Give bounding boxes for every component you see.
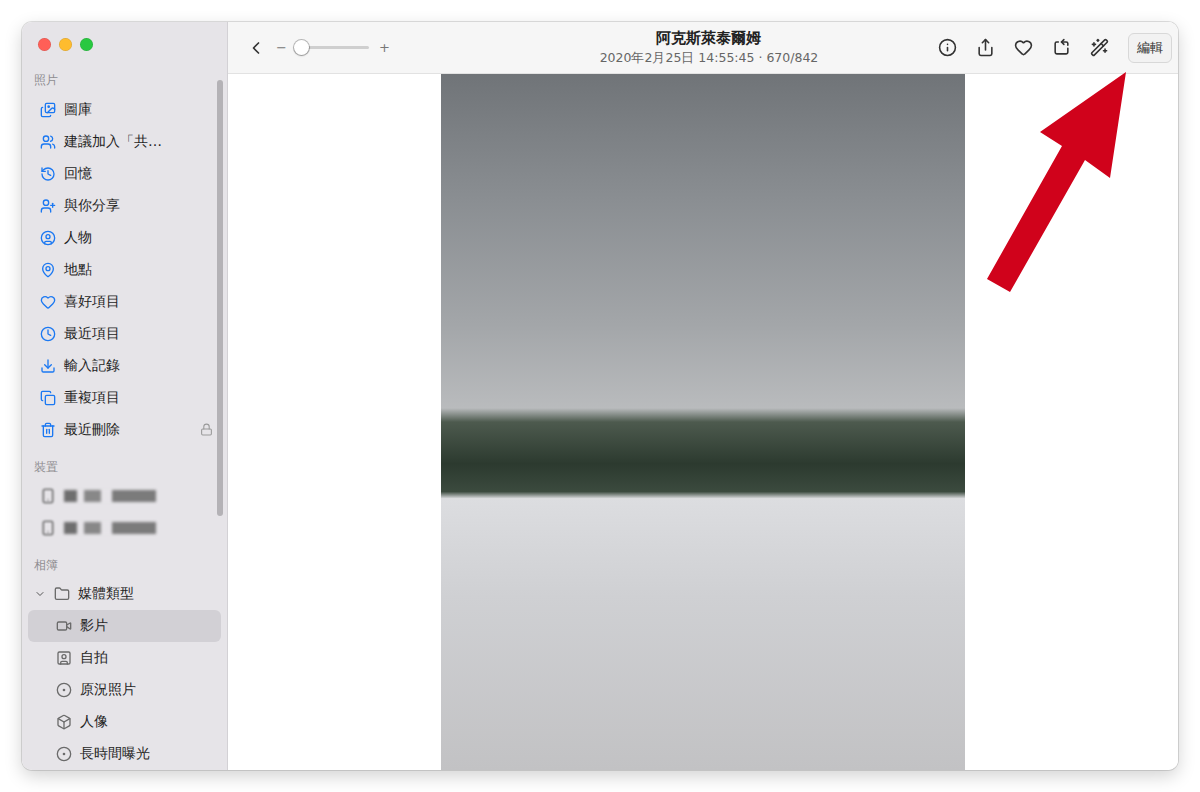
folder-icon (54, 586, 70, 602)
zoom-slider[interactable] (297, 46, 369, 49)
heart-icon (1014, 38, 1033, 57)
item-icon (40, 358, 56, 374)
device-icon (40, 520, 56, 536)
photo[interactable] (441, 74, 965, 770)
photo-title: 阿克斯萊泰爾姆 (656, 29, 761, 48)
item-icon (56, 618, 72, 634)
main-area: − + 阿克斯萊泰爾姆 2020年2月25日 14:55:45 · 670/842 編輯 (228, 22, 1178, 770)
sidebar-item[interactable]: 喜好項目 (28, 286, 221, 318)
rotate-button[interactable] (1052, 38, 1071, 57)
item-icon (40, 326, 56, 342)
sidebar-item[interactable]: 輸入記錄 (28, 350, 221, 382)
rotate-icon (1052, 38, 1071, 57)
item-icon (56, 714, 72, 730)
item-icon (40, 390, 56, 406)
item-icon (40, 198, 56, 214)
title-block: 阿克斯萊泰爾姆 2020年2月25日 14:55:45 · 670/842 (600, 29, 819, 67)
expanded-chevron-icon[interactable] (34, 588, 46, 600)
window-controls (28, 38, 221, 68)
close-button[interactable] (38, 38, 51, 51)
sidebar-item[interactable]: 自拍 (28, 642, 221, 674)
item-icon (40, 294, 56, 310)
item-icon (56, 746, 72, 762)
sidebar: 照片圖庫建議加入「共…回憶與你分享人物地點喜好項目最近項目輸入記錄重複項目最近刪… (22, 22, 228, 770)
photo-viewer (228, 74, 1178, 770)
photos-window: 照片圖庫建議加入「共…回憶與你分享人物地點喜好項目最近項目輸入記錄重複項目最近刪… (22, 22, 1178, 770)
zoom-knob[interactable] (294, 40, 309, 55)
section-header: 相簿 (28, 553, 221, 578)
favorite-button[interactable] (1014, 38, 1033, 57)
page: 照片圖庫建議加入「共…回憶與你分享人物地點喜好項目最近項目輸入記錄重複項目最近刪… (0, 0, 1200, 792)
edit-button[interactable]: 編輯 (1128, 33, 1172, 63)
share-button[interactable] (976, 38, 995, 57)
item-icon (40, 230, 56, 246)
zoom-button[interactable] (80, 38, 93, 51)
info-icon (938, 38, 957, 57)
sidebar-item[interactable]: 建議加入「共… (28, 126, 221, 158)
item-icon (40, 262, 56, 278)
lock-icon (200, 423, 213, 436)
zoom-in-label[interactable]: + (379, 40, 390, 55)
item-icon (40, 422, 56, 438)
scrollbar[interactable] (217, 80, 223, 516)
item-icon (56, 650, 72, 666)
sidebar-item[interactable]: 圖庫 (28, 94, 221, 126)
sidebar-item[interactable]: 回憶 (28, 158, 221, 190)
toolbar: − + 阿克斯萊泰爾姆 2020年2月25日 14:55:45 · 670/842 編輯 (228, 22, 1178, 74)
sidebar-item[interactable]: 最近刪除 (28, 414, 221, 446)
item-icon (40, 102, 56, 118)
info-button[interactable] (938, 38, 957, 57)
section-header: 照片 (28, 68, 221, 93)
sidebar-item[interactable]: 原況照片 (28, 674, 221, 706)
sidebar-item[interactable]: 地點 (28, 254, 221, 286)
sidebar-item[interactable]: 影片 (28, 610, 221, 642)
sidebar-item[interactable]: 重複項目 (28, 382, 221, 414)
back-button[interactable] (246, 38, 266, 58)
section-header: 裝置 (28, 455, 221, 480)
device-item[interactable] (28, 480, 221, 512)
album-group[interactable]: 媒體類型 (28, 578, 221, 610)
share-icon (976, 38, 995, 57)
magic-wand-icon (1090, 38, 1109, 57)
zoom-out-label[interactable]: − (276, 40, 287, 55)
sidebar-item[interactable]: 人像 (28, 706, 221, 738)
blurred-label (64, 522, 156, 534)
sidebar-item[interactable]: 最近項目 (28, 318, 221, 350)
item-icon (40, 166, 56, 182)
sidebar-item[interactable]: 人物 (28, 222, 221, 254)
item-icon (40, 134, 56, 150)
red-arrow-icon (0, 0, 1200, 792)
blurred-label (64, 490, 156, 502)
enhance-button[interactable] (1090, 38, 1109, 57)
sidebar-item[interactable]: 長時間曝光 (28, 738, 221, 770)
device-item[interactable] (28, 512, 221, 544)
chevron-left-icon (246, 38, 266, 58)
sidebar-item[interactable]: 與你分享 (28, 190, 221, 222)
photo-subtitle: 2020年2月25日 14:55:45 · 670/842 (600, 50, 819, 67)
item-icon (56, 682, 72, 698)
minimize-button[interactable] (59, 38, 72, 51)
device-icon (40, 488, 56, 504)
